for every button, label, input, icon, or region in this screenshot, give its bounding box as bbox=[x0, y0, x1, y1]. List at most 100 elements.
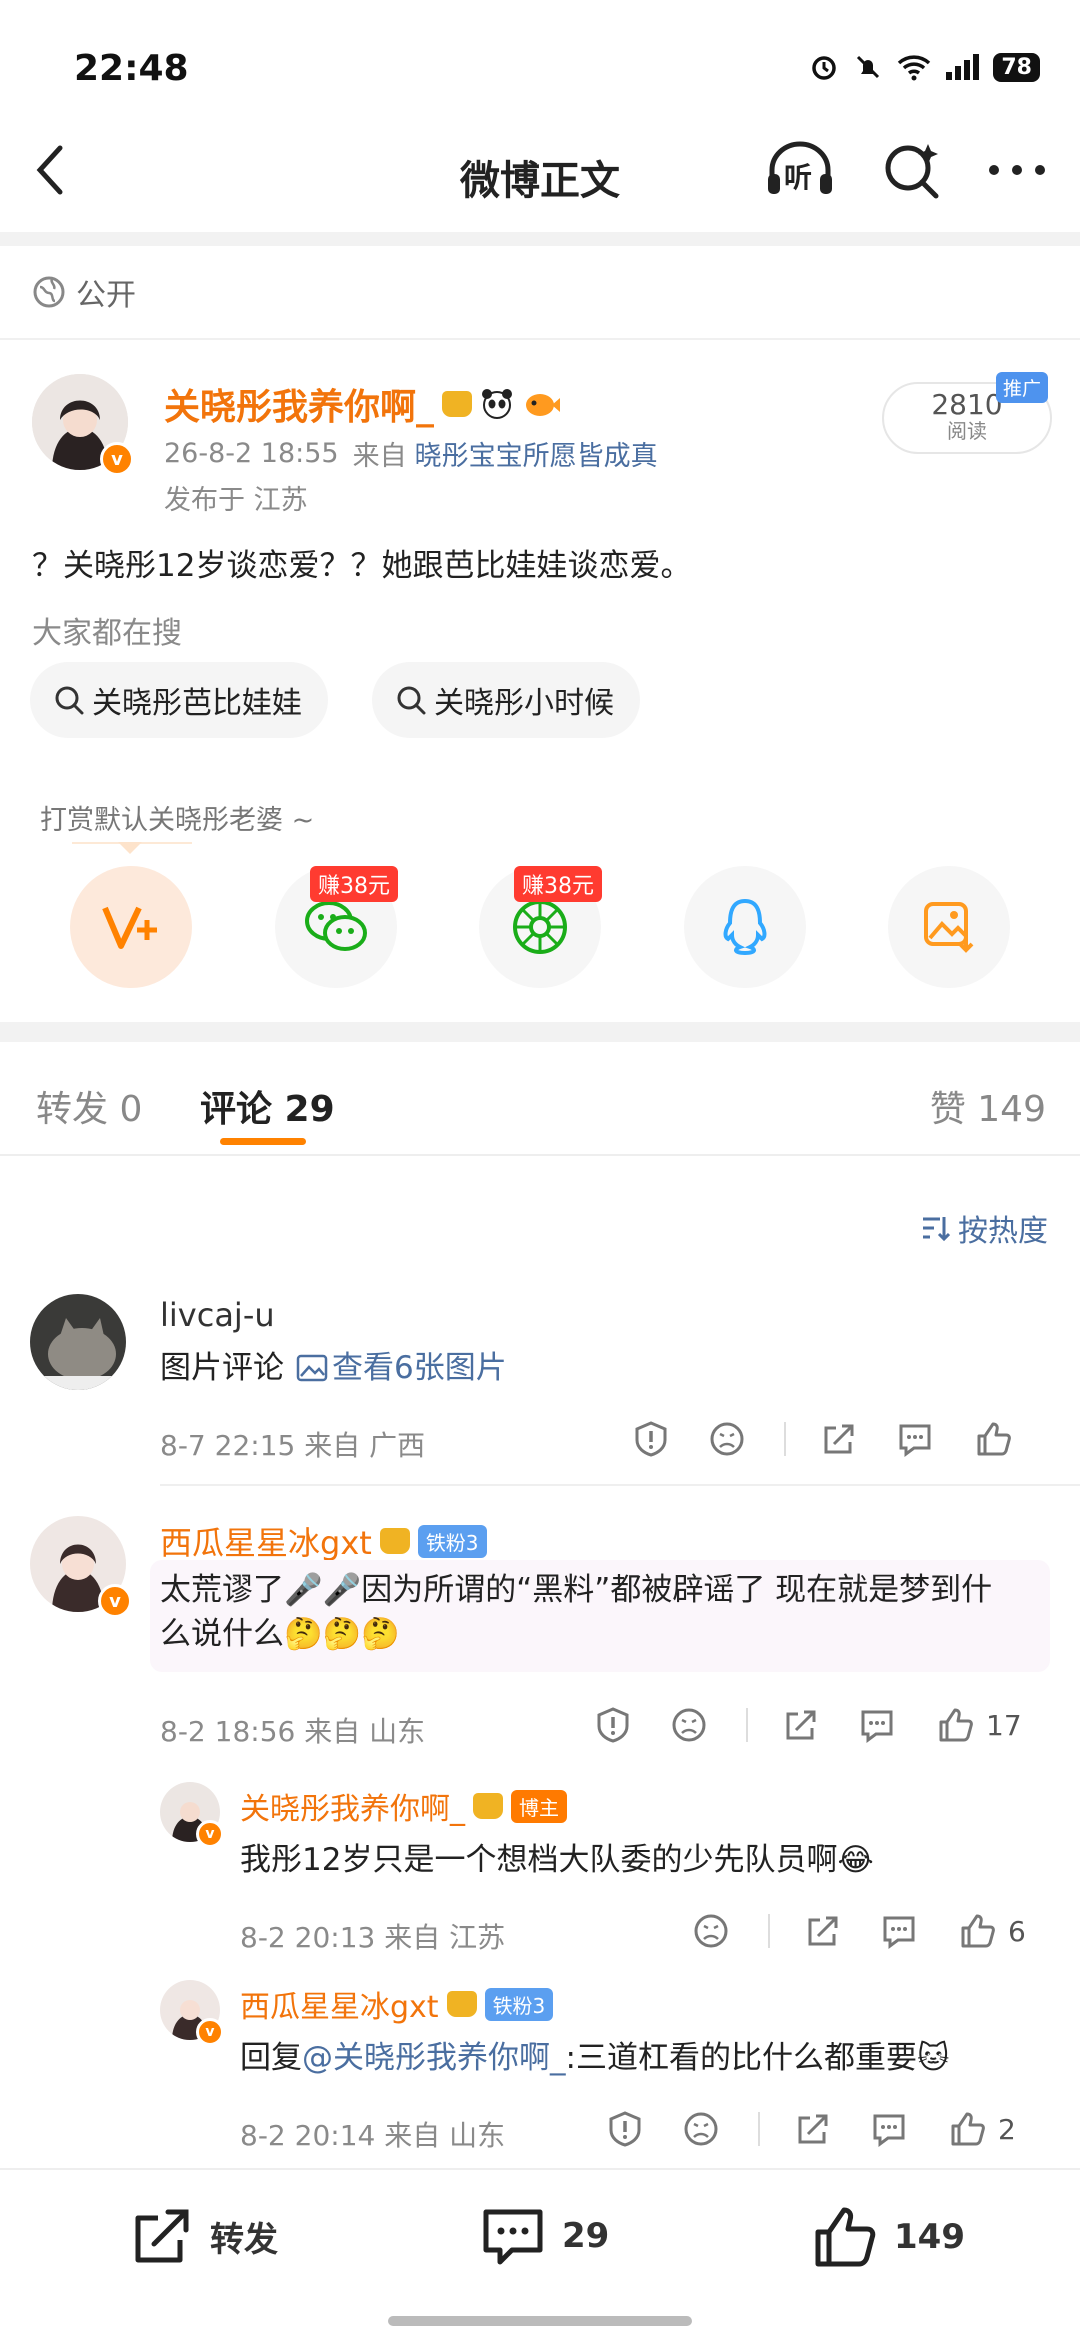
cat-avatar-image bbox=[30, 1294, 126, 1390]
bottom-like-button[interactable]: 149 bbox=[812, 2204, 965, 2270]
more-icon bbox=[989, 165, 1045, 175]
panda-icon bbox=[482, 389, 513, 419]
host-badge: 博主 bbox=[511, 1789, 567, 1823]
crown-badge-icon bbox=[379, 1528, 410, 1554]
share-icon[interactable] bbox=[782, 1706, 820, 1744]
post-source[interactable]: 晓彤宝宝所愿皆成真 bbox=[415, 434, 658, 473]
mention-link[interactable]: @关晓彤我养你啊_ bbox=[302, 2036, 566, 2080]
comment-author[interactable]: 西瓜星星冰gxt bbox=[160, 1518, 372, 1564]
like-icon[interactable] bbox=[936, 1706, 974, 1744]
tab-underline bbox=[220, 1138, 306, 1145]
comment-text: 太荒谬了🎤🎤因为所谓的“黑料”都被辟谣了 现在就是梦到什 么说什么🤔🤔🤔 bbox=[160, 1568, 1050, 1656]
sort-label: 按热度 bbox=[958, 1214, 1048, 1249]
report-icon[interactable] bbox=[632, 1420, 670, 1458]
search-sparkle-icon bbox=[885, 144, 939, 199]
promo-tag: 推广 bbox=[996, 372, 1049, 403]
home-indicator bbox=[388, 2316, 692, 2326]
reply-icon[interactable] bbox=[880, 1912, 918, 1950]
listen-button[interactable]: 听 bbox=[764, 140, 836, 200]
comment-avatar[interactable] bbox=[30, 1294, 126, 1390]
comment-text-prefix: 图片评论 bbox=[160, 1350, 284, 1386]
listen-label: 听 bbox=[784, 161, 813, 194]
earn-badge-moments: 赚38元 bbox=[514, 866, 602, 902]
signal-icon bbox=[946, 54, 980, 80]
like-icon[interactable] bbox=[948, 2110, 986, 2148]
action-separator bbox=[746, 1708, 748, 1742]
action-separator bbox=[768, 1914, 770, 1948]
view-images-link[interactable]: 查看6张图片 bbox=[296, 1346, 507, 1390]
reply-icon[interactable] bbox=[896, 1420, 934, 1458]
section-divider bbox=[0, 232, 1080, 246]
bottom-comment-count: 29 bbox=[562, 2216, 610, 2256]
like-count: 6 bbox=[1008, 1914, 1026, 1948]
share-icon[interactable] bbox=[804, 1912, 842, 1950]
search-icon bbox=[55, 686, 84, 715]
verified-icon: v bbox=[196, 2018, 224, 2046]
visibility-label: 公开 bbox=[76, 278, 136, 313]
vplus-icon bbox=[102, 906, 157, 949]
share-qq-button[interactable] bbox=[684, 866, 806, 988]
fan-level-badge: 铁粉3 bbox=[417, 1524, 487, 1558]
action-separator bbox=[758, 2112, 760, 2146]
wechat-icon bbox=[305, 901, 367, 951]
dislike-icon[interactable] bbox=[670, 1706, 708, 1744]
view-images-label: 查看6张图片 bbox=[332, 1350, 507, 1386]
share-vplus-button[interactable] bbox=[70, 866, 192, 988]
fan-level-badge: 铁粉3 bbox=[484, 1987, 554, 2021]
like-icon[interactable] bbox=[958, 1912, 996, 1950]
moments-icon bbox=[513, 900, 567, 954]
tip-pointer-icon bbox=[118, 842, 142, 854]
repost-icon bbox=[135, 2209, 189, 2263]
reply-text: 回复 @关晓彤我养你啊_ :三道杠看的比什么都重要🐱 bbox=[240, 2036, 949, 2080]
read-label: 阅读 bbox=[947, 419, 987, 443]
dislike-icon[interactable] bbox=[708, 1420, 746, 1458]
crown-badge-icon bbox=[442, 391, 473, 417]
comment-divider bbox=[160, 1484, 1080, 1486]
post-meta: 26-8-2 18:55 来自 晓彤宝宝所愿皆成真 bbox=[164, 434, 658, 473]
image-icon bbox=[296, 1354, 328, 1382]
dislike-icon[interactable] bbox=[682, 2110, 720, 2148]
search-chip-2[interactable]: 关晓彤小时候 bbox=[372, 662, 640, 738]
reply-author[interactable]: 关晓彤我养你啊_ bbox=[240, 1784, 465, 1828]
report-icon[interactable] bbox=[606, 2110, 644, 2148]
reply-icon[interactable] bbox=[858, 1706, 896, 1744]
battery-level: 78 bbox=[993, 52, 1040, 82]
search-chip-label: 关晓彤芭比娃娃 bbox=[92, 686, 302, 721]
action-separator bbox=[784, 1422, 786, 1456]
tab-likes[interactable]: 赞 149 bbox=[930, 1080, 1046, 1132]
tab-repost[interactable]: 转发 0 bbox=[36, 1080, 142, 1132]
share-icon[interactable] bbox=[794, 2110, 832, 2148]
reply-meta: 8-2 20:14 来自 山东 bbox=[240, 2119, 506, 2152]
bottom-comment-button[interactable]: 29 bbox=[480, 2204, 609, 2268]
tab-divider bbox=[0, 1154, 1080, 1156]
search-chip-1[interactable]: 关晓彤芭比娃娃 bbox=[30, 662, 328, 738]
tab-comments[interactable]: 评论 29 bbox=[200, 1080, 335, 1132]
wifi-icon bbox=[898, 55, 931, 81]
qq-icon bbox=[723, 898, 767, 956]
verified-icon: v bbox=[196, 1820, 224, 1848]
post-from: 来自 bbox=[352, 441, 407, 472]
post-author-name[interactable]: 关晓彤我养你啊_ bbox=[164, 378, 434, 430]
tip-text[interactable]: 打赏默认关晓彤老婆 ~ bbox=[40, 798, 314, 837]
post-location: 发布于 江苏 bbox=[164, 485, 308, 516]
search-button[interactable] bbox=[882, 140, 942, 200]
reply-author-row: 西瓜星星冰gxt 铁粉3 bbox=[240, 1982, 554, 2026]
bottom-repost-button[interactable]: 转发 bbox=[130, 2204, 278, 2268]
sort-button[interactable]: 按热度 bbox=[920, 1206, 1048, 1250]
reply-icon[interactable] bbox=[870, 2110, 908, 2148]
section-divider bbox=[0, 1022, 1080, 1042]
alarm-icon bbox=[812, 56, 837, 80]
report-icon[interactable] bbox=[594, 1706, 632, 1744]
sort-icon bbox=[923, 1217, 950, 1242]
post-author-avatar[interactable]: v bbox=[32, 374, 134, 476]
reply-author[interactable]: 西瓜星星冰gxt bbox=[240, 1982, 439, 2026]
reply-author-row: 关晓彤我养你啊_ 博主 bbox=[240, 1784, 567, 1828]
share-icon[interactable] bbox=[820, 1420, 858, 1458]
verified-icon: v bbox=[100, 442, 134, 476]
comment-author[interactable]: livcaj-u bbox=[160, 1296, 275, 1334]
like-icon[interactable] bbox=[974, 1420, 1012, 1458]
more-button[interactable] bbox=[988, 162, 1046, 178]
save-image-button[interactable] bbox=[888, 866, 1010, 988]
dislike-icon[interactable] bbox=[692, 1912, 730, 1950]
earn-badge-wechat: 赚38元 bbox=[310, 866, 398, 902]
